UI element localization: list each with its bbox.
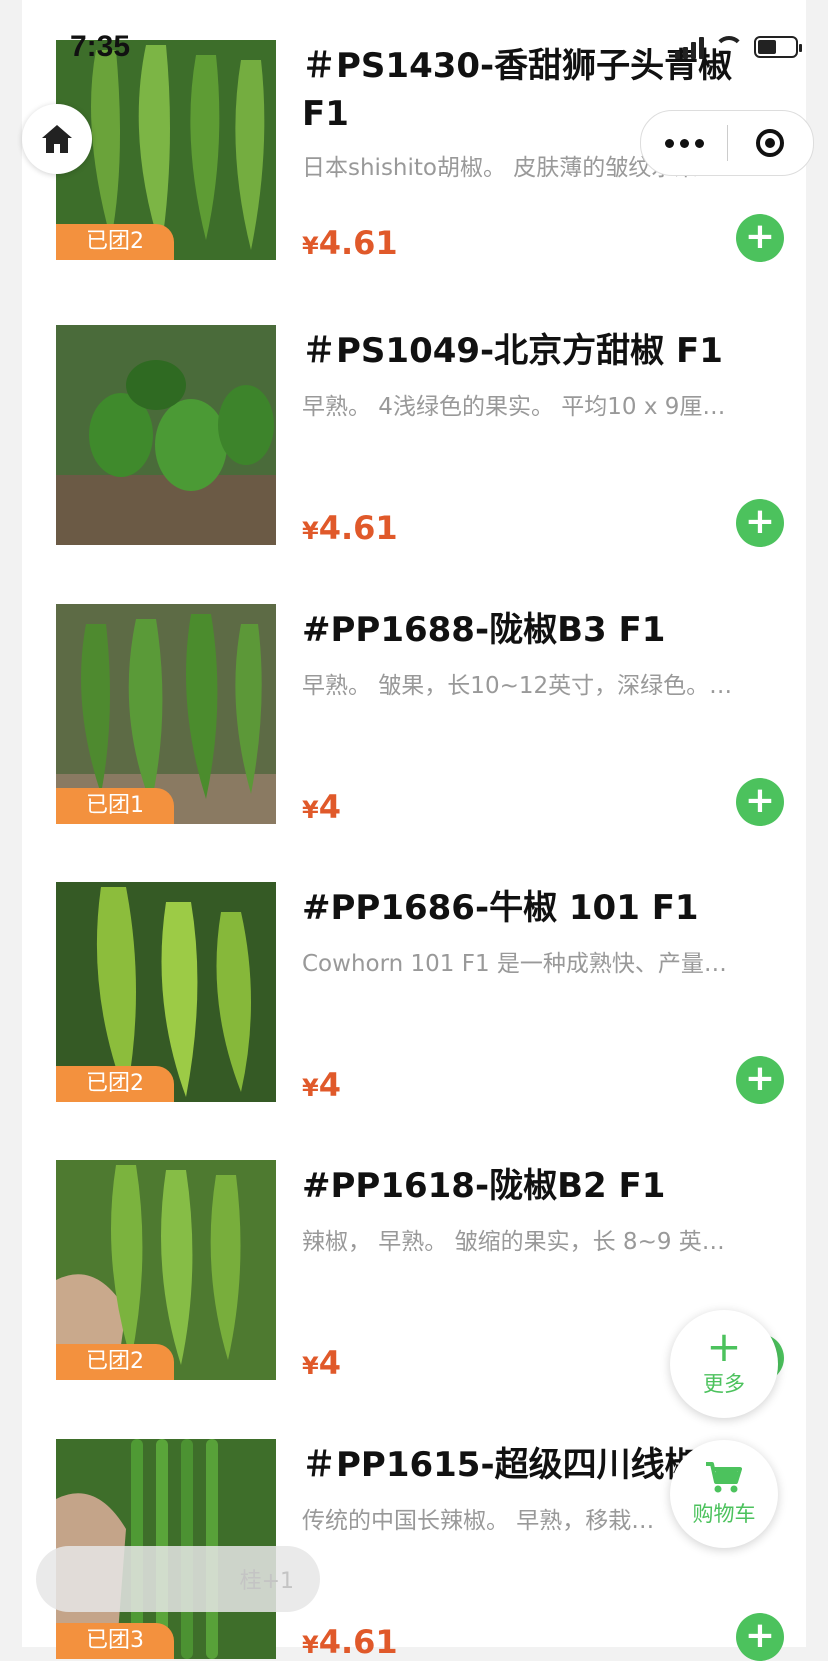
plus-icon: +	[744, 1057, 776, 1099]
product-description: 早熟。 皱果，长10~12英寸，深绿色。…	[302, 673, 733, 699]
group-badge: 已团2	[56, 1066, 174, 1102]
product-description: Cowhorn 101 F1 是一种成熟快、产量…	[302, 951, 727, 977]
product-price: ¥4	[302, 1066, 341, 1104]
product-price: ¥4	[302, 788, 341, 826]
status-time: 7:35	[70, 30, 131, 63]
add-to-cart-button[interactable]: +	[736, 778, 784, 826]
add-to-cart-button[interactable]: +	[736, 1056, 784, 1104]
battery-charging-icon	[754, 36, 802, 58]
product-image[interactable]: 已团1	[56, 604, 276, 824]
status-icons	[675, 34, 802, 60]
product-item[interactable]: ＃PS1049-北京方甜椒 F1 早熟。 4浅绿色的果实。 平均10 x 9厘……	[56, 325, 784, 547]
product-price: ¥4.61	[302, 224, 398, 262]
mini-program-capsule	[640, 110, 814, 176]
more-dots-icon[interactable]	[641, 111, 727, 175]
cart-icon	[706, 1462, 742, 1493]
home-icon	[42, 125, 72, 153]
product-item[interactable]: 已团2 #PP1618-陇椒B2 F1 辣椒， 早熟。 皱缩的果实，长 8~9 …	[56, 1160, 784, 1382]
signal-icon	[675, 35, 704, 59]
home-button[interactable]	[22, 104, 92, 174]
product-title[interactable]: ＃PS1049-北京方甜椒 F1	[302, 327, 772, 375]
product-image[interactable]: 已团2	[56, 882, 276, 1102]
add-to-cart-button[interactable]: +	[736, 214, 784, 262]
add-to-cart-button[interactable]: +	[736, 499, 784, 547]
plus-icon: +	[744, 500, 776, 542]
activity-toast: 桂+1	[36, 1546, 320, 1612]
product-description: 辣椒， 早熟。 皱缩的果实，长 8~9 英…	[302, 1229, 725, 1255]
product-item[interactable]: 已团2 #PP1686-牛椒 101 F1 Cowhorn 101 F1 是一种…	[56, 882, 784, 1104]
product-image[interactable]	[56, 325, 276, 545]
group-badge: 已团2	[56, 1344, 174, 1380]
product-image[interactable]: 已团2	[56, 1160, 276, 1380]
add-to-cart-button[interactable]: +	[736, 1613, 784, 1661]
cart-label: 购物车	[692, 1502, 756, 1526]
product-description: 早熟。 4浅绿色的果实。 平均10 x 9厘…	[302, 394, 726, 420]
plus-icon: +	[744, 215, 776, 257]
plus-icon: +	[744, 779, 776, 821]
toast-text: 桂+1	[239, 1569, 294, 1594]
product-price: ¥4.61	[302, 1623, 398, 1661]
product-price: ¥4.61	[302, 509, 398, 547]
product-title[interactable]: #PP1688-陇椒B3 F1	[302, 606, 772, 654]
more-label: 更多	[703, 1372, 745, 1396]
product-title[interactable]: #PP1686-牛椒 101 F1	[302, 884, 772, 932]
close-program-button[interactable]	[728, 111, 812, 175]
more-button[interactable]: + 更多	[670, 1310, 778, 1418]
group-badge: 已团3	[56, 1623, 174, 1659]
status-bar: 7:35	[0, 0, 828, 90]
product-item[interactable]: 已团1 #PP1688-陇椒B3 F1 早熟。 皱果，长10~12英寸，深绿色。…	[56, 604, 784, 826]
group-badge: 已团1	[56, 788, 174, 824]
target-icon	[756, 129, 784, 157]
plus-icon: +	[706, 1322, 742, 1371]
wifi-icon	[714, 36, 744, 58]
product-title[interactable]: #PP1618-陇椒B2 F1	[302, 1162, 772, 1210]
plus-icon: +	[744, 1614, 776, 1656]
product-price: ¥4	[302, 1344, 341, 1382]
group-badge: 已团2	[56, 224, 174, 260]
cart-button[interactable]: 购物车	[670, 1440, 778, 1548]
